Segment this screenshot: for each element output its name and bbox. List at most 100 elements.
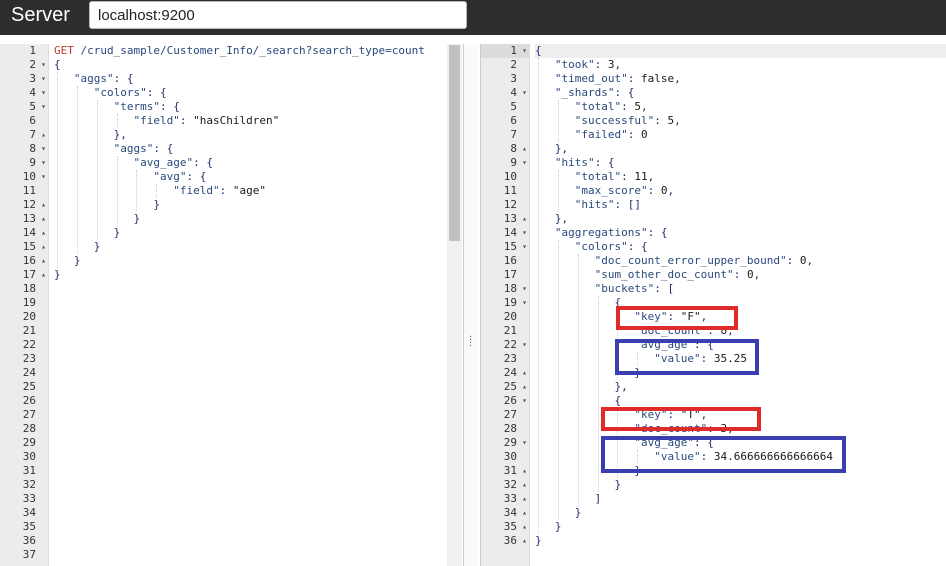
line-number-row: 16 ▴ (0, 254, 48, 268)
fold-expand-icon[interactable]: ▾ (41, 86, 46, 100)
pane-splitter[interactable]: · · · · (464, 44, 479, 566)
fold-collapse-icon[interactable]: ▴ (522, 380, 527, 394)
line-number: 1 (29, 44, 36, 57)
code-line[interactable]: "key": "F", (535, 310, 946, 324)
code-line[interactable]: } (54, 212, 463, 226)
code-line[interactable]: } (535, 520, 946, 534)
code-token: : (594, 58, 608, 71)
line-number-row: 29 (0, 436, 48, 450)
code-line[interactable]: "hits": [] (535, 198, 946, 212)
code-line[interactable]: "successful": 5, (535, 114, 946, 128)
fold-collapse-icon[interactable]: ▴ (41, 226, 46, 240)
code-line[interactable]: "took": 3, (535, 58, 946, 72)
fold-collapse-icon[interactable]: ▴ (41, 212, 46, 226)
server-url-input[interactable] (89, 1, 467, 29)
line-number-row: 22 (0, 338, 48, 352)
request-editor[interactable]: 1 2 ▾ 3 ▾ 4 ▾ 5 ▾ 6 7 ▴ 8 ▾ 9 ▾ 10 ▾ 11 12 ▴ 13 ▴ 14 ▴ 15 ▴ 16 ▴ 17 ▴ 1… (0, 44, 464, 566)
code-line[interactable]: "terms": { (54, 100, 463, 114)
code-line[interactable]: "aggregations": { (535, 226, 946, 240)
code-line[interactable]: { (54, 58, 463, 72)
line-number: 20 (503, 310, 517, 323)
fold-collapse-icon[interactable]: ▴ (522, 520, 527, 534)
fold-expand-icon[interactable]: ▾ (41, 142, 46, 156)
fold-expand-icon[interactable]: ▾ (522, 394, 527, 408)
code-token: 5 (634, 100, 641, 113)
code-line[interactable]: } (535, 506, 946, 520)
code-line[interactable]: { (535, 44, 946, 58)
fold-collapse-icon[interactable]: ▴ (522, 142, 527, 156)
code-line[interactable]: }, (535, 212, 946, 226)
fold-collapse-icon[interactable]: ▴ (522, 492, 527, 506)
code-line[interactable]: "buckets": [ (535, 282, 946, 296)
code-line[interactable]: "timed_out": false, (535, 72, 946, 86)
code-line[interactable]: } (535, 478, 946, 492)
code-line[interactable]: } (54, 268, 463, 282)
fold-collapse-icon[interactable]: ▴ (522, 506, 527, 520)
code-line[interactable]: { (535, 394, 946, 408)
fold-collapse-icon[interactable]: ▴ (522, 534, 527, 548)
code-line[interactable]: } (54, 254, 463, 268)
fold-expand-icon[interactable]: ▾ (41, 72, 46, 86)
fold-collapse-icon[interactable]: ▴ (522, 464, 527, 478)
fold-collapse-icon[interactable]: ▴ (41, 198, 46, 212)
code-line[interactable]: GET /crud_sample/Customer_Info/_search?s… (54, 44, 463, 58)
fold-expand-icon[interactable]: ▾ (522, 338, 527, 352)
code-line[interactable]: } (535, 534, 946, 548)
line-number: 32 (503, 478, 517, 491)
code-line[interactable]: "colors": { (535, 240, 946, 254)
fold-expand-icon[interactable]: ▾ (522, 44, 527, 58)
fold-collapse-icon[interactable]: ▴ (522, 366, 527, 380)
fold-collapse-icon[interactable]: ▴ (41, 240, 46, 254)
code-line[interactable]: "hits": { (535, 156, 946, 170)
code-line[interactable]: "field": "hasChildren" (54, 114, 463, 128)
fold-expand-icon[interactable]: ▾ (522, 436, 527, 450)
line-number-row: 25 ▴ (481, 380, 529, 394)
code-line[interactable]: }, (535, 142, 946, 156)
code-line[interactable]: "aggs": { (54, 72, 463, 86)
line-number-row: 13 ▴ (481, 212, 529, 226)
code-line[interactable]: "total": 5, (535, 100, 946, 114)
fold-expand-icon[interactable]: ▾ (522, 282, 527, 296)
fold-collapse-icon[interactable]: ▴ (522, 478, 527, 492)
code-line[interactable]: "field": "age" (54, 184, 463, 198)
code-line[interactable]: "avg_age": { (54, 156, 463, 170)
fold-expand-icon[interactable]: ▾ (41, 156, 46, 170)
fold-expand-icon[interactable]: ▾ (41, 170, 46, 184)
fold-collapse-icon[interactable]: ▴ (41, 128, 46, 142)
code-line[interactable]: "max_score": 0, (535, 184, 946, 198)
code-line[interactable]: }, (54, 128, 463, 142)
code-line[interactable]: "doc_count_error_upper_bound": 0, (535, 254, 946, 268)
response-editor[interactable]: 1 ▾ 2 3 4 ▾ 5 6 7 8 ▴ 9 ▾ 10 11 12 13 ▴ 14 ▾ 15 ▾ 16 17 18 ▾ 19 ▾ 20… (480, 44, 946, 566)
fold-collapse-icon[interactable]: ▴ (522, 212, 527, 226)
fold-expand-icon[interactable]: ▾ (522, 296, 527, 310)
code-line[interactable]: "sum_other_doc_count": 0, (535, 268, 946, 282)
code-line[interactable]: { (535, 296, 946, 310)
fold-collapse-icon[interactable]: ▴ (41, 254, 46, 268)
code-line[interactable]: "avg": { (54, 170, 463, 184)
request-code[interactable]: GET /crud_sample/Customer_Info/_search?s… (54, 44, 463, 282)
request-scrollbar-thumb[interactable] (449, 45, 460, 241)
fold-expand-icon[interactable]: ▾ (522, 240, 527, 254)
code-token: 0 (640, 128, 648, 141)
fold-expand-icon[interactable]: ▾ (522, 156, 527, 170)
code-line[interactable]: ] (535, 492, 946, 506)
fold-expand-icon[interactable]: ▾ (41, 58, 46, 72)
code-line[interactable]: "aggs": { (54, 142, 463, 156)
code-line[interactable]: } (54, 198, 463, 212)
code-line[interactable]: "doc_count": 8, (535, 324, 946, 338)
splitter-grip-icon[interactable]: · · · · (469, 333, 472, 352)
fold-expand-icon[interactable]: ▾ (522, 226, 527, 240)
code-line[interactable]: } (54, 226, 463, 240)
fold-expand-icon[interactable]: ▾ (522, 86, 527, 100)
line-number: 20 (22, 310, 36, 323)
code-line[interactable]: "total": 11, (535, 170, 946, 184)
code-line[interactable]: } (54, 240, 463, 254)
fold-collapse-icon[interactable]: ▴ (41, 268, 46, 282)
line-number-row: 36 (0, 534, 48, 548)
code-line[interactable]: "failed": 0 (535, 128, 946, 142)
code-line[interactable]: "colors": { (54, 86, 463, 100)
code-line[interactable]: "_shards": { (535, 86, 946, 100)
fold-expand-icon[interactable]: ▾ (41, 100, 46, 114)
code-line[interactable]: }, (535, 380, 946, 394)
code-token: "total" (574, 100, 622, 113)
